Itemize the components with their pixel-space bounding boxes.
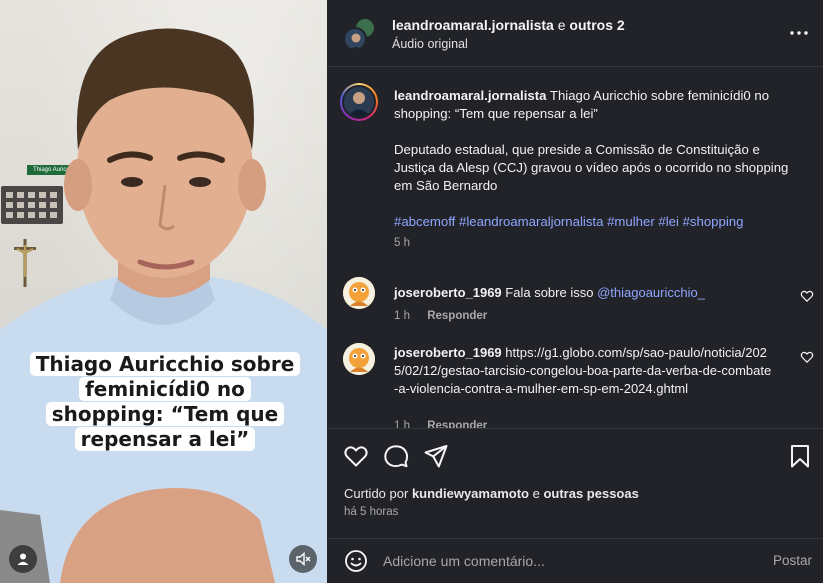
user-icon	[350, 33, 362, 49]
comment-text: joseroberto_1969 https://g1.globo.com/sp…	[394, 344, 774, 398]
garfield-avatar-icon	[343, 343, 375, 375]
audio-label[interactable]: Áudio original	[392, 37, 468, 51]
collab-avatars[interactable]	[343, 17, 377, 51]
caption-line: repensar a lei”	[74, 427, 256, 451]
reply-button[interactable]: Responder	[427, 420, 487, 428]
caption-line: feminicídi0 no	[79, 377, 251, 401]
comment-body: Fala sobre isso	[505, 285, 594, 300]
bookmark-icon[interactable]	[787, 443, 813, 469]
comment-username[interactable]: joseroberto_1969	[394, 345, 502, 360]
post-caption-text: leandroamaral.jornalista Thiago Auricchi…	[394, 87, 794, 249]
reply-button[interactable]: Responder	[427, 310, 487, 322]
likes-others[interactable]: outras pessoas	[543, 486, 638, 501]
post-header: leandroamaral.jornalista e outros 2 Áudi…	[327, 0, 823, 66]
comments-scroll-area[interactable]: leandroamaral.jornalista Thiago Auricchi…	[327, 66, 823, 428]
share-icon[interactable]	[423, 443, 449, 469]
likes-user[interactable]: kundiewyamamoto	[412, 486, 529, 501]
caption-line: shopping: “Tem que	[45, 402, 285, 426]
speaker-person-image	[0, 28, 327, 583]
header-title: leandroamaral.jornalista e outros 2	[392, 17, 625, 33]
comment-meta: 1 h Responder	[394, 420, 487, 428]
user-icon	[347, 92, 371, 117]
comment-icon[interactable]	[383, 443, 409, 469]
mute-toggle-button[interactable]	[289, 545, 317, 573]
tagged-users-button[interactable]	[9, 545, 37, 573]
likes-joiner: e	[532, 486, 540, 501]
likes-summary[interactable]: Curtido por kundiewyamamoto e outras pes…	[344, 486, 639, 501]
header-joiner: e	[557, 17, 566, 33]
caption-line: Thiago Auricchio sobre	[29, 352, 301, 376]
header-others[interactable]: outros 2	[569, 17, 624, 33]
header-username[interactable]: leandroamaral.jornalista	[392, 17, 554, 33]
comment-username[interactable]: joseroberto_1969	[394, 285, 502, 300]
video-caption: Thiago Auricchio sobre feminicídi0 no sh…	[22, 352, 308, 452]
avatar	[343, 27, 367, 51]
post-panel: leandroamaral.jornalista e outros 2 Áudi…	[327, 0, 823, 583]
author-avatar[interactable]	[340, 83, 378, 121]
emoji-icon[interactable]	[344, 549, 368, 573]
commenter-avatar[interactable]	[343, 343, 375, 375]
comment-time: 1 h	[394, 310, 410, 322]
comment-composer: Postar	[327, 538, 823, 583]
garfield-avatar-icon	[343, 277, 375, 309]
reel-video[interactable]: Thiago Auricc... Thiago Auricchio sobre …	[0, 0, 327, 583]
heart-icon[interactable]	[800, 289, 814, 303]
commenter-avatar[interactable]	[343, 277, 375, 309]
comment-mention[interactable]: @thiagoauricchio_	[597, 285, 705, 300]
post-body: Deputado estadual, que preside a Comissã…	[394, 142, 789, 193]
comment-time: 1 h	[394, 420, 410, 428]
muted-speaker-icon	[296, 551, 311, 567]
heart-icon[interactable]	[800, 350, 814, 364]
more-horizontal-icon[interactable]	[788, 24, 810, 42]
post-hashtags[interactable]: #abcemoff #leandroamaraljornalista #mulh…	[394, 213, 794, 231]
user-icon	[17, 553, 29, 565]
likes-prefix: Curtido por	[344, 486, 409, 501]
heart-icon[interactable]	[343, 443, 369, 469]
comment-meta: 1 h Responder	[394, 310, 487, 322]
comment-text: joseroberto_1969 Fala sobre isso @thiago…	[394, 284, 794, 302]
post-time: 5 h	[394, 237, 410, 249]
post-date: há 5 horas	[344, 506, 399, 518]
comment-input[interactable]	[383, 547, 763, 575]
action-bar	[327, 428, 823, 482]
post-comment-button[interactable]: Postar	[773, 553, 812, 568]
author-username[interactable]: leandroamaral.jornalista	[394, 88, 546, 103]
